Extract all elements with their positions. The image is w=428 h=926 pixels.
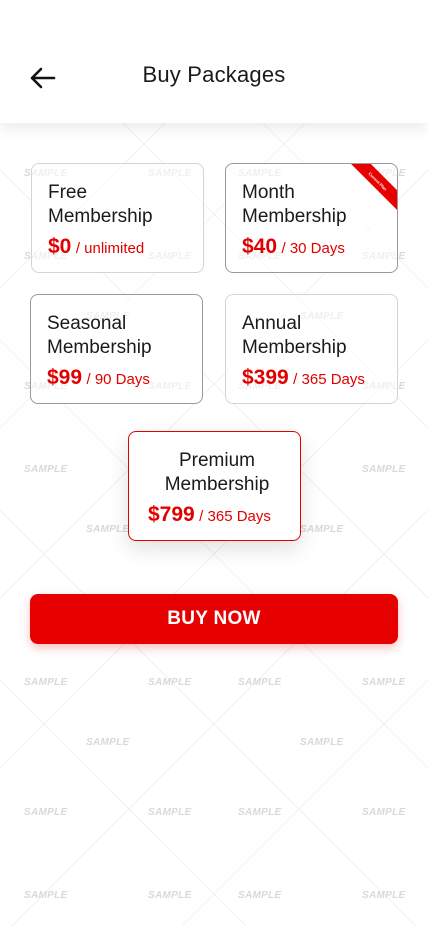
package-price: $40 / 30 Days: [242, 235, 345, 259]
price-amount: $0: [48, 235, 72, 258]
watermark-text: SAMPLE: [362, 807, 406, 818]
package-card-month[interactable]: Current Plan Month Membership $40 / 30 D…: [225, 163, 398, 273]
watermark-text: SAMPLE: [24, 807, 68, 818]
watermark-text: SAMPLE: [238, 807, 282, 818]
package-title: Annual Membership: [242, 313, 347, 358]
watermark-text: SAMPLE: [24, 890, 68, 901]
package-price: $0 / unlimited: [48, 235, 144, 259]
watermark-text: SAMPLE: [300, 524, 344, 535]
watermark-text: SAMPLE: [238, 677, 282, 688]
price-amount: $40: [242, 235, 278, 258]
price-amount: $799: [148, 503, 195, 526]
package-title: Free Membership: [48, 182, 153, 227]
price-amount: $399: [242, 366, 289, 389]
price-period: / 365 Days: [199, 508, 271, 525]
price-period: / unlimited: [75, 240, 145, 257]
price-amount: $99: [47, 366, 83, 389]
watermark-text: SAMPLE: [362, 464, 406, 475]
package-card-seasonal[interactable]: Seasonal Membership $99 / 90 Days: [30, 294, 203, 404]
package-card-premium[interactable]: Premium Membership $799 / 365 Days: [128, 431, 301, 541]
watermark-text: SAMPLE: [238, 890, 282, 901]
package-price: $799 / 365 Days: [148, 503, 271, 527]
package-price: $399 / 365 Days: [242, 366, 365, 390]
package-card-annual[interactable]: Annual Membership $399 / 365 Days: [225, 294, 398, 404]
price-period: / 30 Days: [281, 240, 345, 257]
watermark-text: SAMPLE: [86, 737, 130, 748]
buy-packages-screen: SAMPLE SAMPLE SAMPLE SAMPLE SAMPLE SAMPL…: [0, 0, 428, 926]
watermark-text: SAMPLE: [24, 464, 68, 475]
package-title: Seasonal Membership: [47, 313, 152, 358]
buy-now-label: BUY NOW: [167, 608, 261, 629]
watermark-text: SAMPLE: [362, 677, 406, 688]
watermark-text: SAMPLE: [86, 524, 130, 535]
watermark-text: SAMPLE: [148, 890, 192, 901]
package-title: Month Membership: [242, 182, 347, 227]
price-period: / 90 Days: [86, 371, 150, 388]
package-title: Premium Membership: [164, 450, 270, 495]
watermark-text: SAMPLE: [362, 890, 406, 901]
watermark-text: SAMPLE: [300, 737, 344, 748]
price-period: / 365 Days: [293, 371, 365, 388]
watermark-text: SAMPLE: [24, 677, 68, 688]
page-title: Buy Packages: [142, 62, 286, 87]
package-card-free[interactable]: Free Membership $0 / unlimited: [31, 163, 204, 273]
watermark-text: SAMPLE: [148, 677, 192, 688]
package-price: $99 / 90 Days: [47, 366, 150, 390]
app-header: Buy Packages: [0, 0, 428, 123]
watermark-text: SAMPLE: [148, 807, 192, 818]
buy-now-button[interactable]: BUY NOW: [30, 594, 398, 644]
